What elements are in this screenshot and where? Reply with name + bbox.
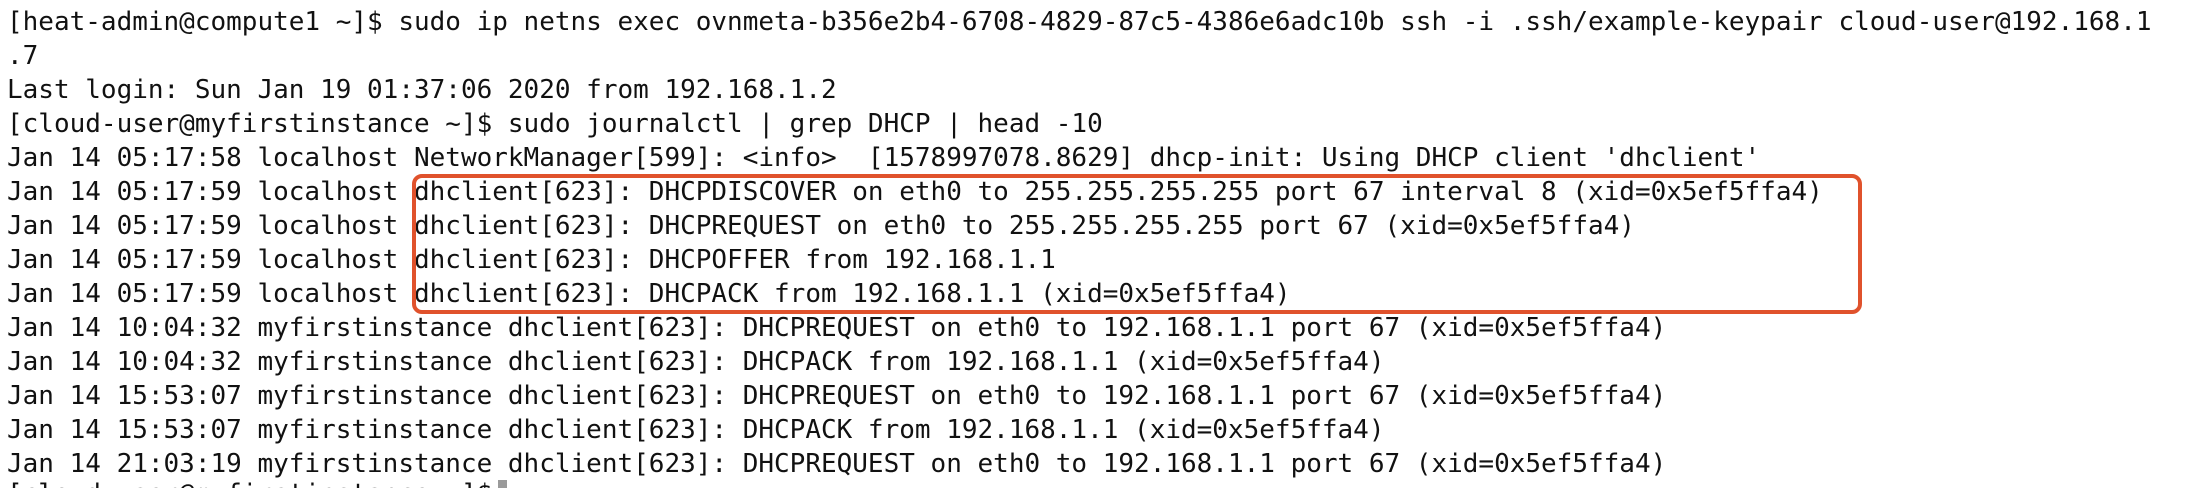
output-line: .7 (7, 41, 39, 71)
log-line-highlighted: Jan 14 05:17:59 localhost dhclient[623]:… (7, 279, 1291, 309)
log-line: Jan 14 15:53:07 myfirstinstance dhclient… (7, 381, 1667, 411)
log-line-highlighted: Jan 14 05:17:59 localhost dhclient[623]:… (7, 245, 1056, 275)
output-line: Last login: Sun Jan 19 01:37:06 2020 fro… (7, 75, 837, 105)
shell-prompt: [cloud-user@myfirstinstance ~]$ (7, 479, 492, 488)
log-line: Jan 14 21:03:19 myfirstinstance dhclient… (7, 449, 1667, 479)
log-line: Jan 14 10:04:32 myfirstinstance dhclient… (7, 347, 1385, 377)
log-line-highlighted: Jan 14 05:17:59 localhost dhclient[623]:… (7, 211, 1635, 241)
text-cursor (498, 480, 507, 488)
current-prompt-line[interactable]: [cloud-user@myfirstinstance ~]$ (7, 477, 507, 488)
log-line: Jan 14 15:53:07 myfirstinstance dhclient… (7, 415, 1385, 445)
log-line: Jan 14 05:17:58 localhost NetworkManager… (7, 143, 1761, 173)
terminal-window[interactable]: [heat-admin@compute1 ~]$ sudo ip netns e… (0, 0, 2192, 488)
log-line-highlighted: Jan 14 05:17:59 localhost dhclient[623]:… (7, 177, 1823, 207)
terminal-output: [heat-admin@compute1 ~]$ sudo ip netns e… (7, 5, 2192, 481)
log-line: Jan 14 10:04:32 myfirstinstance dhclient… (7, 313, 1667, 343)
command-line-ssh: [heat-admin@compute1 ~]$ sudo ip netns e… (7, 7, 2152, 37)
command-line-journalctl: [cloud-user@myfirstinstance ~]$ sudo jou… (7, 109, 1103, 139)
